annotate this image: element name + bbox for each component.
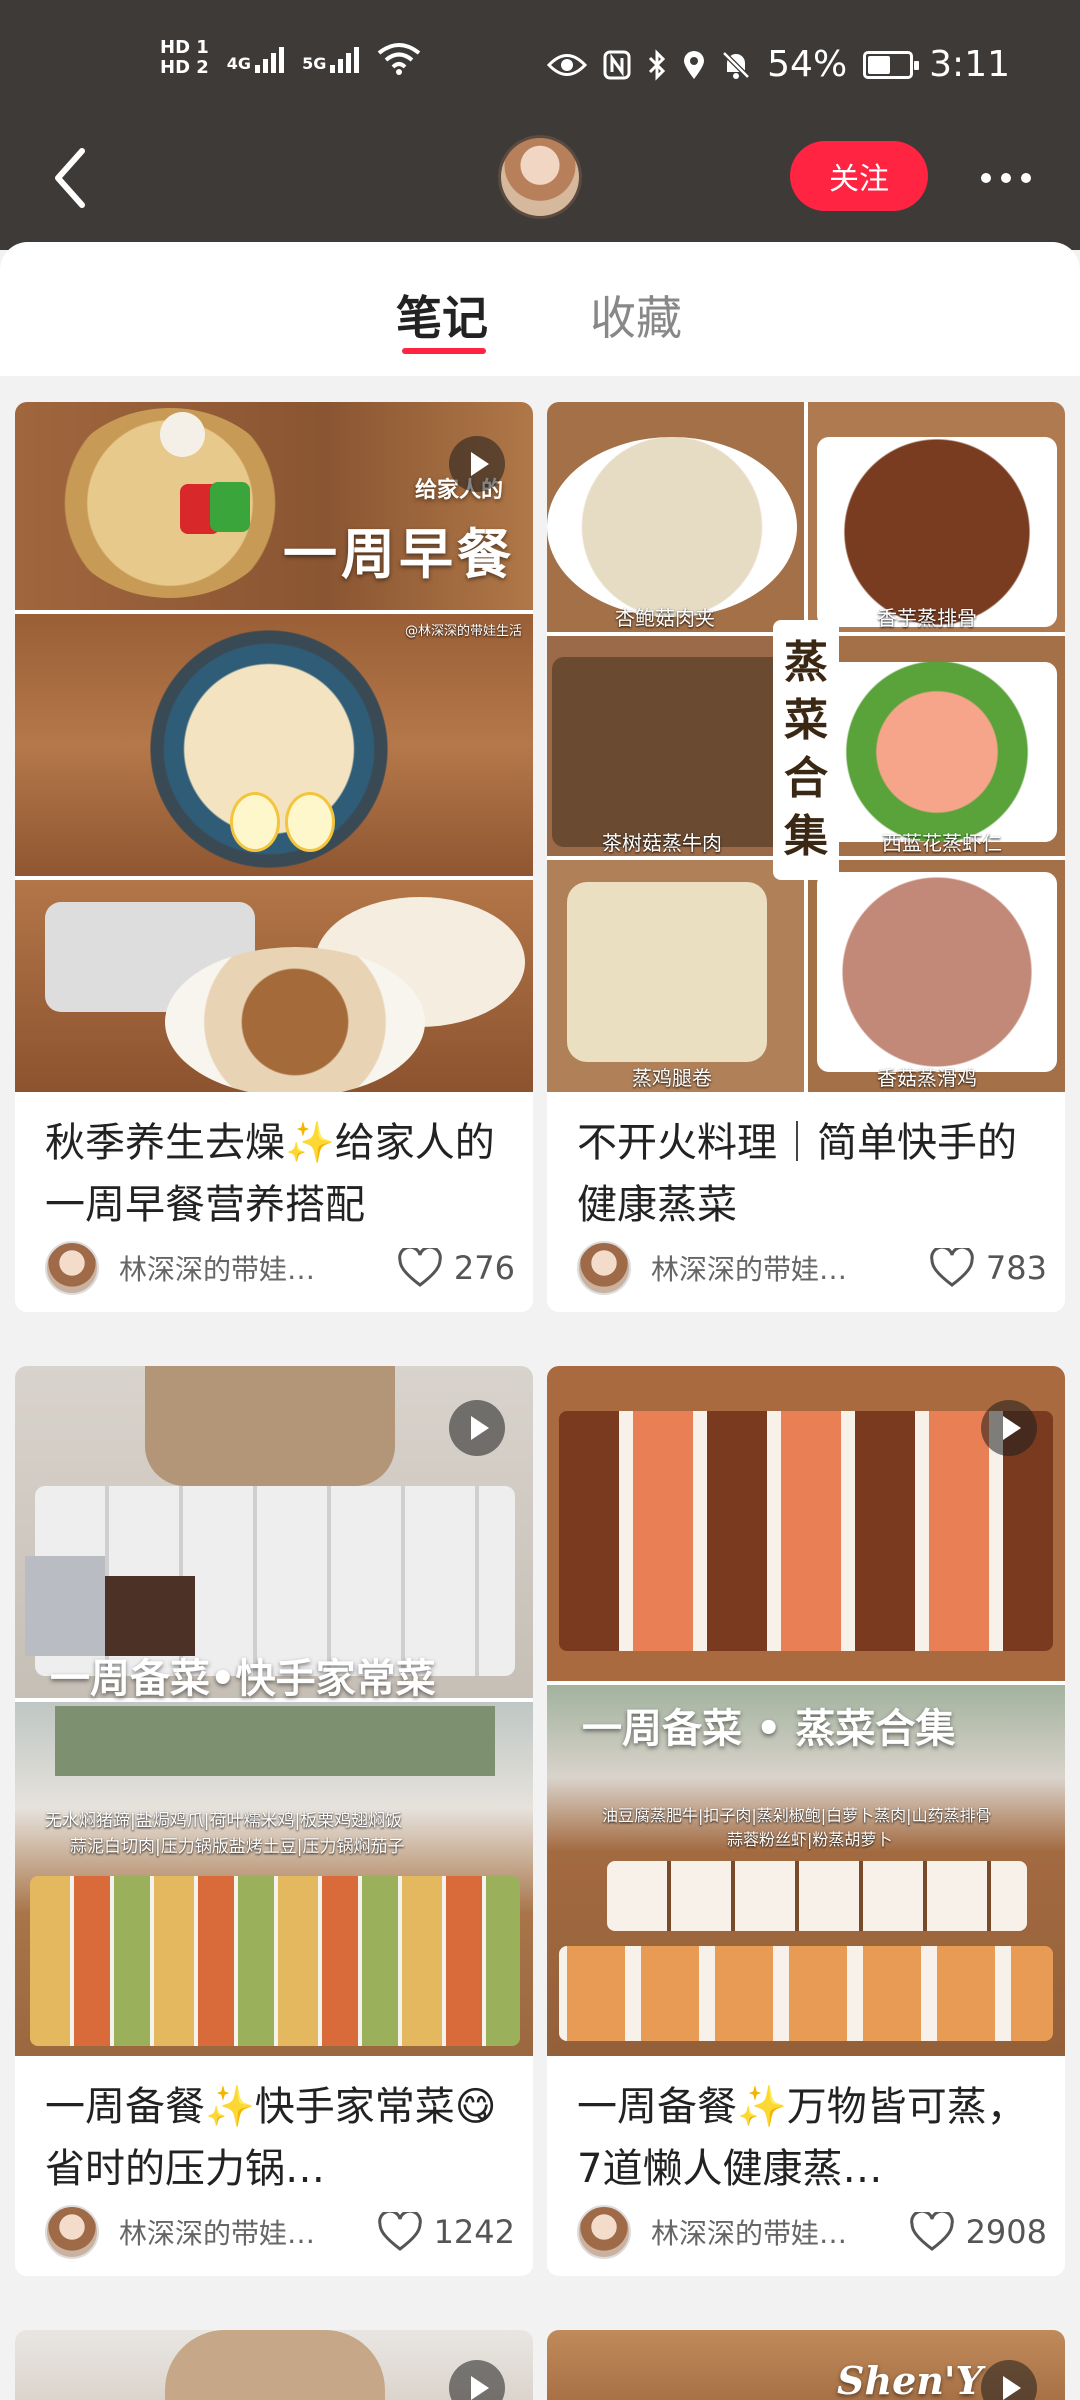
note-cover-image: 一周备菜 • 蒸菜合集 油豆腐蒸肥牛|扣子肉|蒸剁椒鲍|白萝卜蒸肉|山药蒸排骨 … xyxy=(547,1366,1065,2056)
location-icon xyxy=(684,50,705,79)
note-card[interactable]: 一周备菜•快手家常菜 无水焖猪蹄|盐焗鸡爪|荷叶糯米鸡|板栗鸡翅焖饭 蒜泥白切肉… xyxy=(15,1366,533,2276)
signal-bars-icon xyxy=(330,43,360,73)
heart-icon xyxy=(930,1248,974,1287)
note-title: 一周备餐✨快手家常菜😋省时的压力锅… xyxy=(45,2084,497,2192)
network-2-label: 5G xyxy=(302,54,327,73)
note-cover-image: 蒸菜合集 杏鲍菇肉夹 香芋蒸排骨 茶树菇蒸牛肉 西蓝花蒸虾仁 蒸鸡腿卷 香菇蒸滑… xyxy=(547,402,1065,1092)
note-card[interactable]: 蒸菜合集 杏鲍菇肉夹 香芋蒸排骨 茶树菇蒸牛肉 西蓝花蒸虾仁 蒸鸡腿卷 香菇蒸滑… xyxy=(547,402,1065,1312)
signal-1: 4G xyxy=(226,43,285,73)
video-play-icon xyxy=(449,436,505,492)
author-name: 林深深的带娃… xyxy=(651,2217,848,2250)
hd-indicator: HD 1 HD 2 xyxy=(160,38,209,78)
clock: 3:11 xyxy=(929,44,1010,85)
heart-icon xyxy=(398,1248,442,1287)
cover-title: 一周备菜•快手家常菜 xyxy=(50,1655,436,1702)
wifi-icon xyxy=(378,43,421,75)
like-button[interactable]: 783 xyxy=(930,1248,1047,1288)
cover-subtitle: 蒜蓉粉丝虾|粉蒸胡萝卜 xyxy=(727,1830,893,1849)
like-button[interactable]: 2908 xyxy=(909,2212,1047,2252)
network-1-label: 4G xyxy=(226,54,252,73)
hd2-label: HD 2 xyxy=(160,57,209,78)
tab-notes[interactable]: 笔记 xyxy=(396,282,488,348)
battery-icon xyxy=(863,50,920,79)
cover-title: 一周早餐 xyxy=(283,522,515,586)
tab-favorites[interactable]: 收藏 xyxy=(590,282,682,348)
cover-title: 一周备菜 • 蒸菜合集 xyxy=(582,1705,956,1752)
tab-bar: 笔记 收藏 xyxy=(0,242,1080,376)
heart-icon xyxy=(909,2212,954,2251)
author-avatar xyxy=(577,1241,631,1295)
nav-bar: 关注 xyxy=(0,125,1080,235)
top-bar: HD 1 HD 2 4G 5G 54% 3:11 关注 xyxy=(0,0,1080,250)
cover-subtitle: 蒜泥白切肉|压力锅版盐烤土豆|压力锅焖茄子 xyxy=(70,1837,405,1857)
battery-percent: 54% xyxy=(767,44,848,85)
video-play-icon xyxy=(449,2360,505,2400)
author-name: 林深深的带娃… xyxy=(119,2217,316,2250)
dish-label: 香芋蒸排骨 xyxy=(877,606,977,630)
back-arrow-icon[interactable] xyxy=(48,143,98,213)
active-tab-indicator xyxy=(402,348,486,354)
like-button[interactable]: 1242 xyxy=(377,2212,515,2252)
watermark: @林深深的带娃生活 xyxy=(405,624,523,639)
eye-icon xyxy=(547,53,588,76)
dish-label: 香菇蒸滑鸡 xyxy=(877,1066,977,1090)
note-card[interactable] xyxy=(15,2330,533,2400)
more-options-icon[interactable] xyxy=(966,163,1046,193)
status-bar: HD 1 HD 2 4G 5G 54% 3:11 xyxy=(0,0,1080,135)
content-sheet: 笔记 收藏 一周早餐 给家人的 @林深深的带娃生活 秋季养生去燥✨给家人的一周早… xyxy=(0,242,1080,2400)
author-avatar xyxy=(577,2205,631,2259)
heart-icon xyxy=(377,2212,422,2251)
video-play-icon xyxy=(449,1400,505,1456)
like-count: 1242 xyxy=(433,2213,515,2251)
bluetooth-icon xyxy=(649,48,666,81)
like-count: 276 xyxy=(453,1249,515,1287)
cover-subtitle: 油豆腐蒸肥牛|扣子肉|蒸剁椒鲍|白萝卜蒸肉|山药蒸排骨 xyxy=(602,1806,992,1825)
like-count: 2908 xyxy=(965,2213,1047,2251)
like-button[interactable]: 276 xyxy=(398,1248,515,1288)
nfc-icon xyxy=(603,50,631,79)
note-card[interactable]: 一周备菜 • 蒸菜合集 油豆腐蒸肥牛|扣子肉|蒸剁椒鲍|白萝卜蒸肉|山药蒸排骨 … xyxy=(547,1366,1065,2276)
follow-button[interactable]: 关注 xyxy=(790,141,928,211)
note-cover-image: 一周备菜•快手家常菜 无水焖猪蹄|盐焗鸡爪|荷叶糯米鸡|板栗鸡翅焖饭 蒜泥白切肉… xyxy=(15,1366,533,2056)
author-name: 林深深的带娃… xyxy=(651,1253,848,1286)
note-card[interactable]: Shen'Y xyxy=(547,2330,1065,2400)
signal-2: 5G xyxy=(302,43,360,73)
author-avatar xyxy=(45,1241,99,1295)
cover-subtitle: 无水焖猪蹄|盐焗鸡爪|荷叶糯米鸡|板栗鸡翅焖饭 xyxy=(45,1811,403,1831)
note-title: 一周备餐✨万物皆可蒸，7道懒人健康蒸… xyxy=(577,2084,1027,2192)
dish-label: 蒸鸡腿卷 xyxy=(632,1066,712,1090)
cover-title: 蒸菜合集 xyxy=(784,637,828,862)
cover-title: Shen'Y xyxy=(837,2358,983,2400)
mute-bell-icon xyxy=(722,50,750,79)
note-title: 不开火料理｜简单快手的健康蒸菜 xyxy=(577,1120,1017,1228)
dish-label: 杏鲍菇肉夹 xyxy=(615,606,715,630)
video-play-icon xyxy=(981,2360,1037,2400)
like-count: 783 xyxy=(985,1249,1047,1287)
note-title: 秋季养生去燥✨给家人的一周早餐营养搭配 xyxy=(45,1120,495,1228)
signal-bars-icon xyxy=(255,43,285,73)
hd1-label: HD 1 xyxy=(160,37,209,58)
dish-label: 茶树菇蒸牛肉 xyxy=(602,831,722,855)
author-avatar xyxy=(45,2205,99,2259)
video-play-icon xyxy=(981,1400,1037,1456)
profile-avatar[interactable] xyxy=(498,135,582,219)
note-card[interactable]: 一周早餐 给家人的 @林深深的带娃生活 秋季养生去燥✨给家人的一周早餐营养搭配 … xyxy=(15,402,533,1312)
author-name: 林深深的带娃… xyxy=(119,1253,316,1286)
dish-label: 西蓝花蒸虾仁 xyxy=(882,831,1002,855)
note-cover-image: 一周早餐 给家人的 @林深深的带娃生活 xyxy=(15,402,533,1092)
